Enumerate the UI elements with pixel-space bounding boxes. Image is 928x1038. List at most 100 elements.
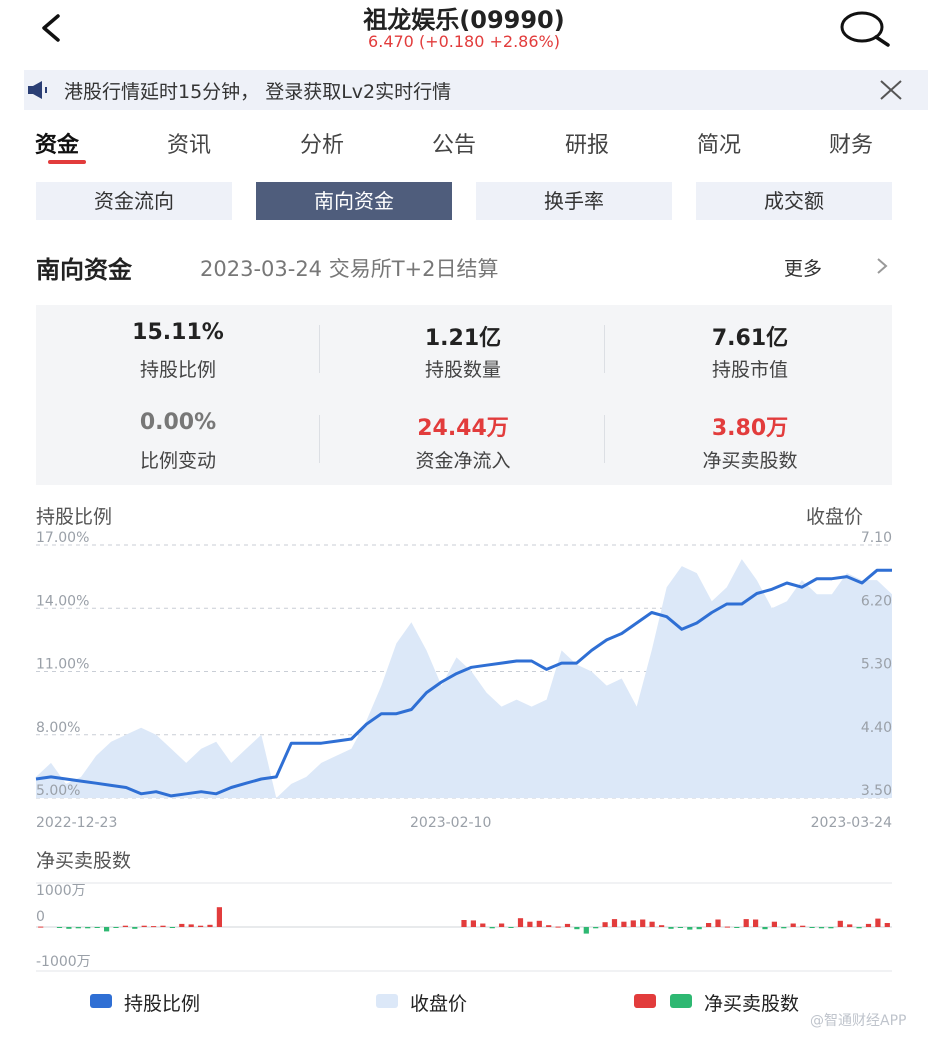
y-right-tick-label: 3.50	[861, 783, 892, 799]
net-shares-bar	[724, 926, 730, 928]
active-tab-indicator	[48, 160, 86, 164]
y-left-tick-label: 14.00%	[36, 593, 89, 609]
net-shares-bar	[753, 919, 759, 927]
chart-left-title: 持股比例	[36, 506, 113, 528]
tab-analysis[interactable]: 分析	[300, 127, 344, 159]
y-left-tick-label: 8.00%	[36, 720, 80, 736]
net-shares-bar	[160, 925, 166, 927]
net-shares-bar	[847, 924, 853, 927]
divider	[319, 415, 320, 463]
holding-ratio-chart[interactable]: 17.00% 14.00% 11.00% 8.00% 5.00% 7.10 6.20 5.30…	[0, 530, 928, 835]
tab-announcements[interactable]: 公告	[432, 127, 476, 159]
more-link[interactable]: 更多	[784, 254, 822, 281]
watermark: @智通财经APP	[810, 1013, 907, 1029]
net-shares-bar	[574, 927, 580, 930]
net-shares-bar	[198, 925, 204, 927]
net-shares-bar	[659, 925, 665, 927]
net-shares-bar	[132, 927, 138, 929]
net-shares-bar	[508, 927, 514, 928]
net-shares-bar	[743, 919, 749, 927]
net-shares-bar	[536, 920, 542, 927]
hold-mv-value: 7.61亿	[711, 326, 789, 351]
net-shares-bar	[527, 921, 533, 927]
divider	[604, 325, 605, 373]
chart-right-title: 收盘价	[806, 506, 864, 528]
subtab-southbound[interactable]: 南向资金	[256, 182, 452, 220]
hold-ratio-label: 持股比例	[139, 359, 216, 381]
net-shares-bar	[188, 924, 194, 927]
net-shares-bar	[593, 927, 599, 929]
net-shares-bar	[141, 925, 147, 927]
net-shares-bar	[696, 927, 702, 930]
subtab-fund-flow[interactable]: 资金流向	[36, 182, 232, 220]
tab-funds[interactable]: 资金	[35, 127, 79, 159]
net-shares-bar	[800, 925, 806, 927]
bar-y-tick-top: 1000万	[36, 883, 86, 899]
speaker-icon	[26, 80, 50, 100]
hold-qty-label: 持股数量	[424, 359, 501, 381]
net-shares-bar	[884, 923, 890, 927]
net-shares-bar	[734, 927, 740, 928]
bar-y-tick-zero: 0	[36, 909, 45, 925]
net-shares-bar	[56, 927, 63, 928]
net-shares-bar	[687, 927, 693, 930]
close-icon	[880, 80, 902, 100]
y-right-tick-label: 7.10	[861, 530, 892, 546]
net-shares-bar	[38, 926, 44, 928]
subtab-turnover-rate[interactable]: 换手率	[476, 182, 672, 220]
net-shares-bar	[602, 922, 608, 927]
hold-ratio-value: 15.11%	[132, 320, 224, 345]
ratio-change-value: 0.00%	[139, 410, 217, 435]
net-shares-bar	[677, 927, 683, 928]
y-left-tick-label: 11.00%	[36, 657, 89, 673]
close-price-area	[36, 559, 892, 798]
net-shares-bar	[113, 927, 119, 928]
net-shares-bar	[621, 921, 627, 927]
legend-hold-ratio[interactable]: 持股比例	[124, 989, 200, 1016]
chevron-right-icon[interactable]	[874, 256, 890, 276]
close-notice-button[interactable]	[878, 78, 904, 102]
net-shares-bar	[668, 927, 674, 929]
search-button[interactable]	[838, 8, 892, 48]
net-shares-bar	[216, 907, 222, 927]
notice-text[interactable]: 港股行情延时15分钟， 登录获取Lv2实时行情	[64, 77, 451, 104]
net-shares-bar	[611, 919, 618, 927]
tab-profile[interactable]: 简况	[697, 127, 741, 159]
net-inflow-label: 资金净流入	[415, 450, 511, 472]
legend-close-price[interactable]: 收盘价	[410, 989, 467, 1016]
legend-net-shares[interactable]: 净买卖股数	[704, 989, 799, 1016]
legend-swatch-hold-ratio	[90, 994, 112, 1008]
net-shares-bar-chart[interactable]: 1000万 0 -1000万	[0, 875, 928, 975]
tab-news[interactable]: 资讯	[167, 127, 211, 159]
y-right-tick-label: 4.40	[861, 720, 892, 736]
page-title: 祖龙娱乐(09990)	[363, 6, 565, 34]
legend-swatch-close-price	[376, 994, 398, 1008]
bar-y-tick-bottom: -1000万	[36, 954, 91, 970]
hold-qty-value: 1.21亿	[424, 326, 502, 351]
divider	[319, 325, 320, 373]
search-icon	[840, 11, 890, 47]
hold-mv-label: 持股市值	[711, 359, 788, 381]
net-shares-bar	[875, 918, 881, 927]
net-shares-bar	[179, 923, 185, 927]
net-shares-bar	[75, 927, 81, 929]
tab-financials[interactable]: 财务	[829, 127, 873, 159]
bar-chart-title: 净买卖股数	[36, 850, 132, 872]
y-right-tick-label: 6.20	[861, 593, 892, 609]
subtab-turnover-amount[interactable]: 成交额	[696, 182, 892, 220]
net-shares-bar	[207, 924, 213, 927]
x-label-start: 2022-12-23	[36, 815, 117, 831]
net-shares-bar	[856, 927, 862, 929]
net-shares-bar	[809, 927, 815, 928]
tab-research[interactable]: 研报	[565, 127, 609, 159]
net-shares-bar	[828, 927, 834, 929]
net-shares-bar	[66, 927, 72, 929]
section-title: 南向资金	[36, 256, 132, 284]
net-shares-bar	[85, 927, 91, 929]
net-shares-bar	[630, 920, 636, 927]
net-shares-bar	[649, 921, 655, 927]
net-shares-bar	[865, 923, 872, 927]
x-label-end: 2023-03-24	[811, 815, 892, 831]
ratio-change-label: 比例变动	[139, 450, 216, 472]
divider	[604, 415, 605, 463]
